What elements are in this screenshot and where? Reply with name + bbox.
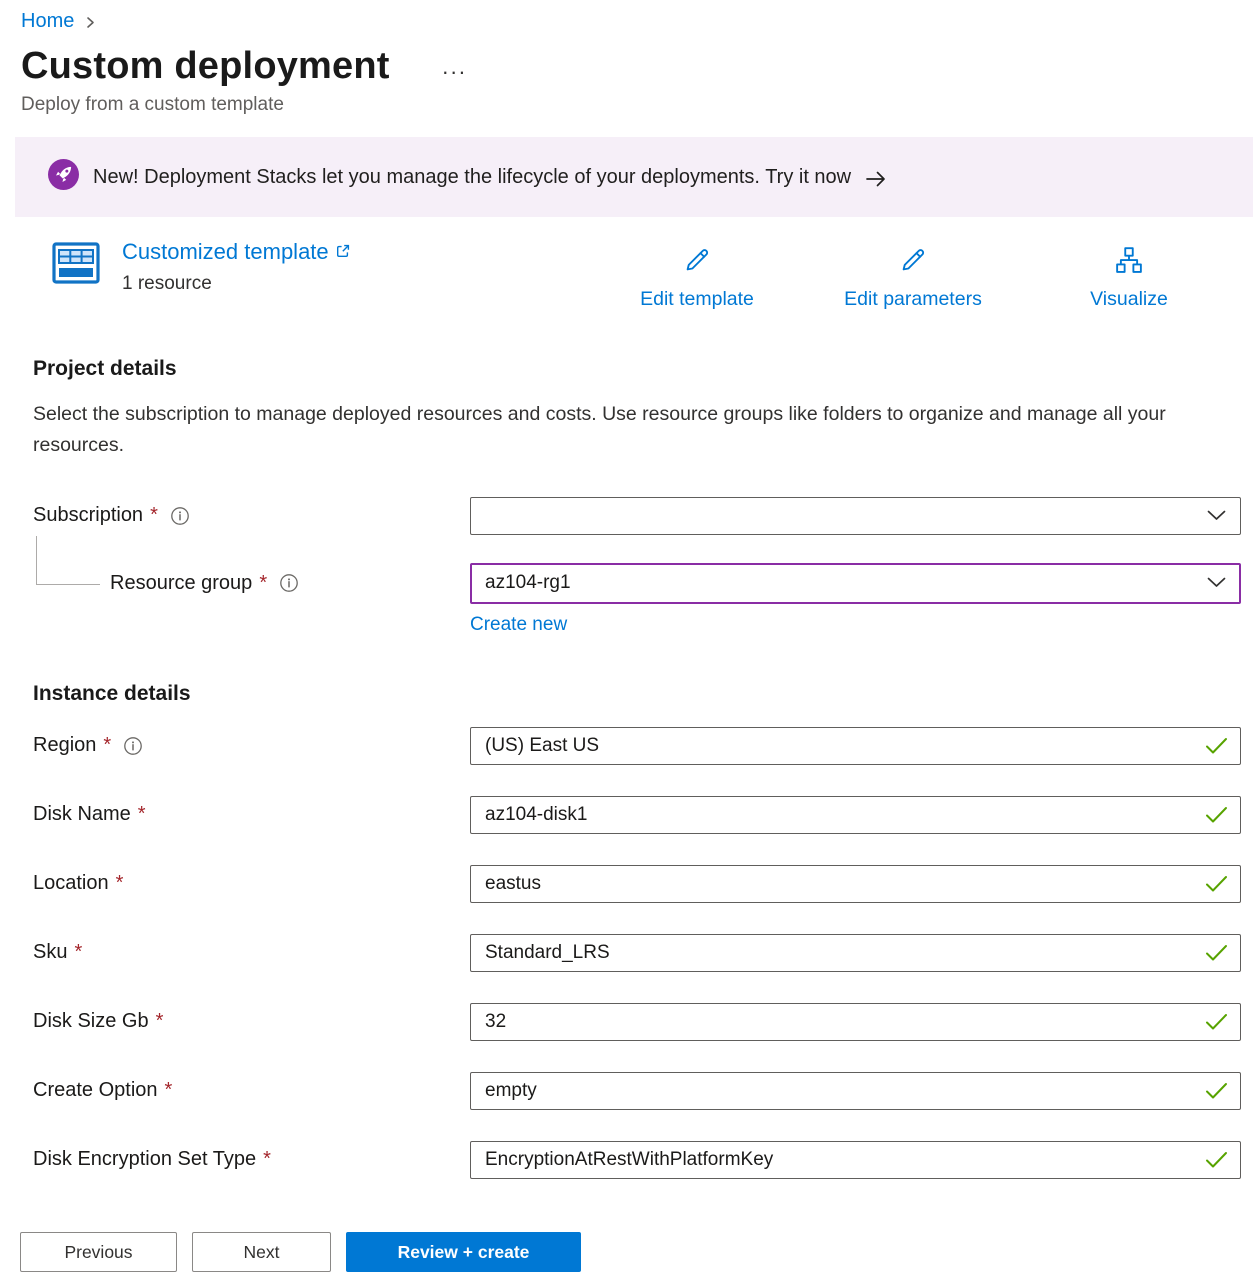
location-input-box xyxy=(470,865,1241,903)
info-icon[interactable] xyxy=(123,736,143,756)
check-icon xyxy=(1205,944,1228,962)
check-icon xyxy=(1205,737,1228,755)
info-icon[interactable] xyxy=(279,573,299,593)
wizard-footer: Previous Next Review + create xyxy=(0,1207,1253,1280)
banner-message: New! Deployment Stacks let you manage th… xyxy=(93,166,851,189)
sku-row: Sku * xyxy=(33,934,1253,972)
resource-group-label: Resource group * xyxy=(33,572,470,595)
disk-size-input[interactable] xyxy=(485,1011,1195,1033)
deployment-stacks-banner[interactable]: New! Deployment Stacks let you manage th… xyxy=(15,137,1253,217)
instance-details-heading: Instance details xyxy=(33,682,1253,706)
template-info: Customized template 1 resource xyxy=(122,239,351,295)
disk-encryption-set-type-row: Disk Encryption Set Type * xyxy=(33,1141,1253,1179)
sku-label: Sku * xyxy=(33,941,470,964)
region-input-box xyxy=(470,727,1241,765)
location-label: Location * xyxy=(33,872,470,895)
region-label: Region * xyxy=(33,734,470,757)
create-option-input-box xyxy=(470,1072,1241,1110)
chevron-down-icon xyxy=(1207,505,1226,527)
disk-name-label: Disk Name * xyxy=(33,803,470,826)
project-details-description: Select the subscription to manage deploy… xyxy=(33,399,1198,461)
template-grid-icon xyxy=(52,242,100,289)
title-row: Custom deployment ··· xyxy=(21,45,1253,88)
create-option-label: Create Option * xyxy=(33,1079,470,1102)
edit-template-button[interactable]: Edit template xyxy=(589,245,805,311)
check-icon xyxy=(1205,1151,1228,1169)
required-marker: * xyxy=(156,1010,164,1033)
more-options-button[interactable]: ··· xyxy=(436,57,473,87)
subscription-dropdown[interactable] xyxy=(470,497,1241,535)
location-row: Location * xyxy=(33,865,1253,903)
next-button[interactable]: Next xyxy=(192,1232,331,1272)
breadcrumb: Home xyxy=(21,10,1253,33)
required-marker: * xyxy=(263,1148,271,1171)
sku-input-box xyxy=(470,934,1241,972)
rocket-icon xyxy=(48,159,79,195)
pencil-icon xyxy=(898,245,928,280)
create-option-input[interactable] xyxy=(485,1080,1195,1102)
check-icon xyxy=(1205,875,1228,893)
review-create-button[interactable]: Review + create xyxy=(346,1232,581,1272)
subscription-label: Subscription * xyxy=(33,504,470,527)
required-marker: * xyxy=(103,734,111,757)
required-marker: * xyxy=(259,572,267,595)
required-marker: * xyxy=(116,872,124,895)
page-title: Custom deployment xyxy=(21,45,390,88)
disk-encryption-set-type-input-box xyxy=(470,1141,1241,1179)
arrow-right-icon xyxy=(865,170,887,188)
breadcrumb-home-link[interactable]: Home xyxy=(21,10,74,33)
external-link-icon xyxy=(335,239,351,265)
create-new-link[interactable]: Create new xyxy=(470,614,567,636)
resource-group-row: Resource group * az104-rg1 xyxy=(33,563,1253,604)
region-input[interactable] xyxy=(485,735,1195,757)
previous-button[interactable]: Previous xyxy=(20,1232,177,1272)
required-marker: * xyxy=(138,803,146,826)
visualize-button[interactable]: Visualize xyxy=(1021,245,1237,311)
disk-size-label: Disk Size Gb * xyxy=(33,1010,470,1033)
disk-encryption-set-type-input[interactable] xyxy=(485,1149,1195,1171)
custom-deployment-page: Home Custom deployment ··· Deploy from a… xyxy=(0,0,1253,1280)
create-option-row: Create Option * xyxy=(33,1072,1253,1110)
template-card: Customized template 1 resource xyxy=(52,239,1237,311)
page-subtitle: Deploy from a custom template xyxy=(21,94,1253,116)
subscription-row: Subscription * xyxy=(33,497,1253,535)
hierarchy-icon xyxy=(1114,245,1144,280)
customized-template-link[interactable]: Customized template xyxy=(122,239,351,265)
required-marker: * xyxy=(165,1079,173,1102)
disk-name-input[interactable] xyxy=(485,804,1195,826)
check-icon xyxy=(1205,1013,1228,1031)
template-actions: Edit template Edit parameters xyxy=(589,245,1237,311)
check-icon xyxy=(1205,1082,1228,1100)
region-row: Region * xyxy=(33,727,1253,765)
disk-name-row: Disk Name * xyxy=(33,796,1253,834)
chevron-down-icon xyxy=(1207,572,1226,594)
resource-group-value: az104-rg1 xyxy=(485,572,571,594)
required-marker: * xyxy=(150,504,158,527)
info-icon[interactable] xyxy=(170,506,190,526)
disk-name-input-box xyxy=(470,796,1241,834)
breadcrumb-chevron-icon xyxy=(84,15,97,30)
disk-encryption-set-type-label: Disk Encryption Set Type * xyxy=(33,1148,470,1171)
check-icon xyxy=(1205,806,1228,824)
resource-group-dropdown[interactable]: az104-rg1 xyxy=(470,563,1241,604)
project-details-heading: Project details xyxy=(33,357,1253,381)
sku-input[interactable] xyxy=(485,942,1195,964)
required-marker: * xyxy=(74,941,82,964)
pencil-icon xyxy=(682,245,712,280)
disk-size-input-box xyxy=(470,1003,1241,1041)
edit-parameters-button[interactable]: Edit parameters xyxy=(805,245,1021,311)
disk-size-row: Disk Size Gb * xyxy=(33,1003,1253,1041)
location-input[interactable] xyxy=(485,873,1195,895)
template-resource-count: 1 resource xyxy=(122,273,351,295)
